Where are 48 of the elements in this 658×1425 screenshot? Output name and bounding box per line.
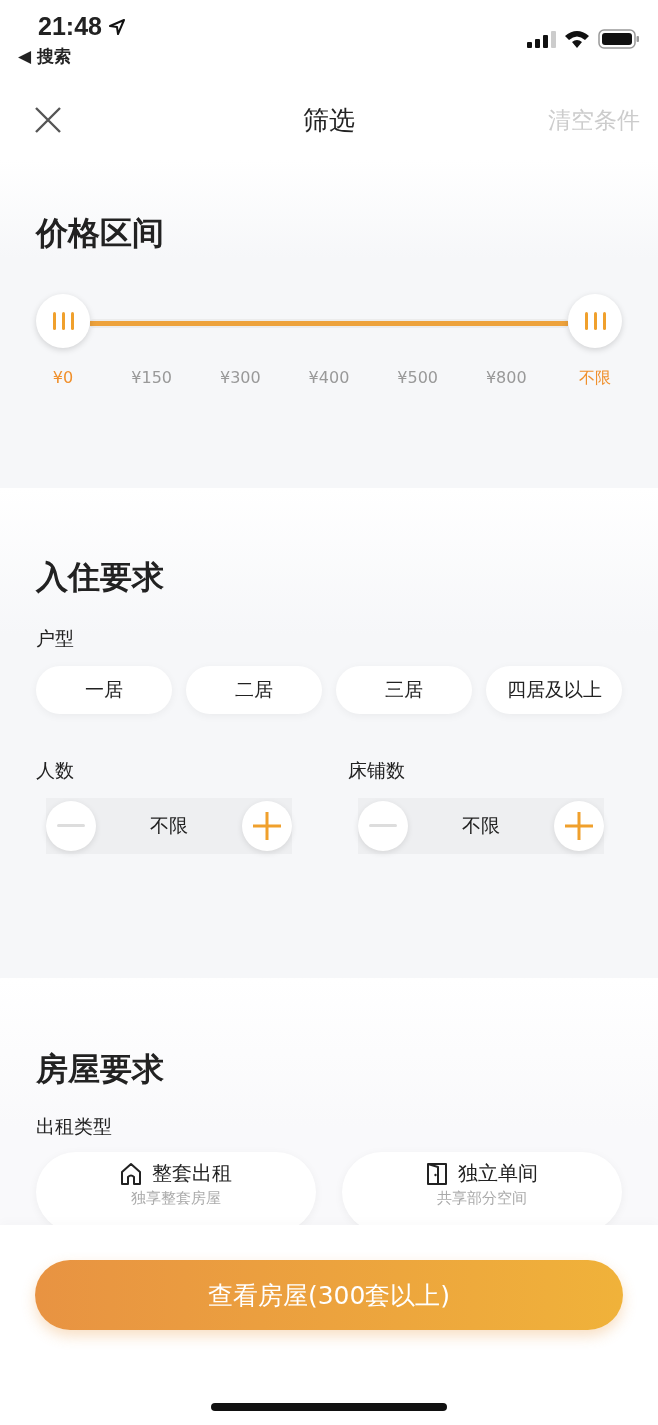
layout-option[interactable]: 一居 xyxy=(36,666,172,714)
layout-option[interactable]: 四居及以上 xyxy=(486,666,622,714)
status-time: 21:48 xyxy=(38,12,102,41)
field-label: 人数 xyxy=(36,758,75,783)
wifi-icon xyxy=(564,29,590,49)
close-icon[interactable] xyxy=(34,106,62,134)
field-label: 床铺数 xyxy=(348,758,406,783)
price-tick-label[interactable]: 不限 xyxy=(567,368,622,389)
layout-option[interactable]: 三居 xyxy=(336,666,472,714)
signal-icon xyxy=(526,29,556,49)
field-label: 户型 xyxy=(36,626,75,651)
view-houses-button[interactable]: 查看房屋(300套以上) xyxy=(35,1260,623,1330)
section-title: 价格区间 xyxy=(36,213,165,254)
location-arrow-icon xyxy=(107,17,126,36)
price-tick-label[interactable]: ¥800 xyxy=(479,368,534,389)
stepper-value: 不限 xyxy=(462,813,500,838)
minus-icon xyxy=(369,824,397,828)
price-tick-label[interactable]: ¥0 xyxy=(36,368,90,389)
section-title: 房屋要求 xyxy=(36,1049,165,1090)
plus-button[interactable] xyxy=(242,801,292,851)
door-icon xyxy=(426,1161,448,1186)
plus-icon xyxy=(565,812,593,840)
price-slider[interactable] xyxy=(36,296,622,350)
price-tick-label[interactable]: ¥400 xyxy=(301,368,356,389)
minus-icon xyxy=(57,824,85,828)
slider-thumb[interactable] xyxy=(568,294,622,348)
battery-icon xyxy=(598,28,640,50)
layout-option[interactable]: 二居 xyxy=(186,666,322,714)
price-tick-label[interactable]: ¥300 xyxy=(213,368,268,389)
back-link[interactable]: ◀ 搜索 xyxy=(18,45,126,68)
stepper-value: 不限 xyxy=(150,813,188,838)
plus-icon xyxy=(253,812,281,840)
house-icon xyxy=(120,1161,142,1186)
minus-button[interactable] xyxy=(358,801,408,851)
rent-type-label: 独立单间 xyxy=(458,1160,538,1187)
rent-type-description: 独享整套房屋 xyxy=(131,1189,221,1208)
rent-type-description: 共享部分空间 xyxy=(437,1189,527,1208)
price-tick-label[interactable]: ¥500 xyxy=(390,368,445,389)
page-title: 筛选 xyxy=(303,103,355,137)
section-title: 入住要求 xyxy=(36,557,165,598)
rent-type-label: 整套出租 xyxy=(152,1160,232,1187)
plus-button[interactable] xyxy=(554,801,604,851)
rent-type-option[interactable]: 整套出租 独享整套房屋 xyxy=(36,1152,316,1225)
field-label: 出租类型 xyxy=(36,1114,113,1139)
price-tick-label[interactable]: ¥150 xyxy=(124,368,179,389)
slider-thumb[interactable] xyxy=(36,294,90,348)
rent-type-option[interactable]: 独立单间 共享部分空间 xyxy=(342,1152,622,1225)
minus-button[interactable] xyxy=(46,801,96,851)
